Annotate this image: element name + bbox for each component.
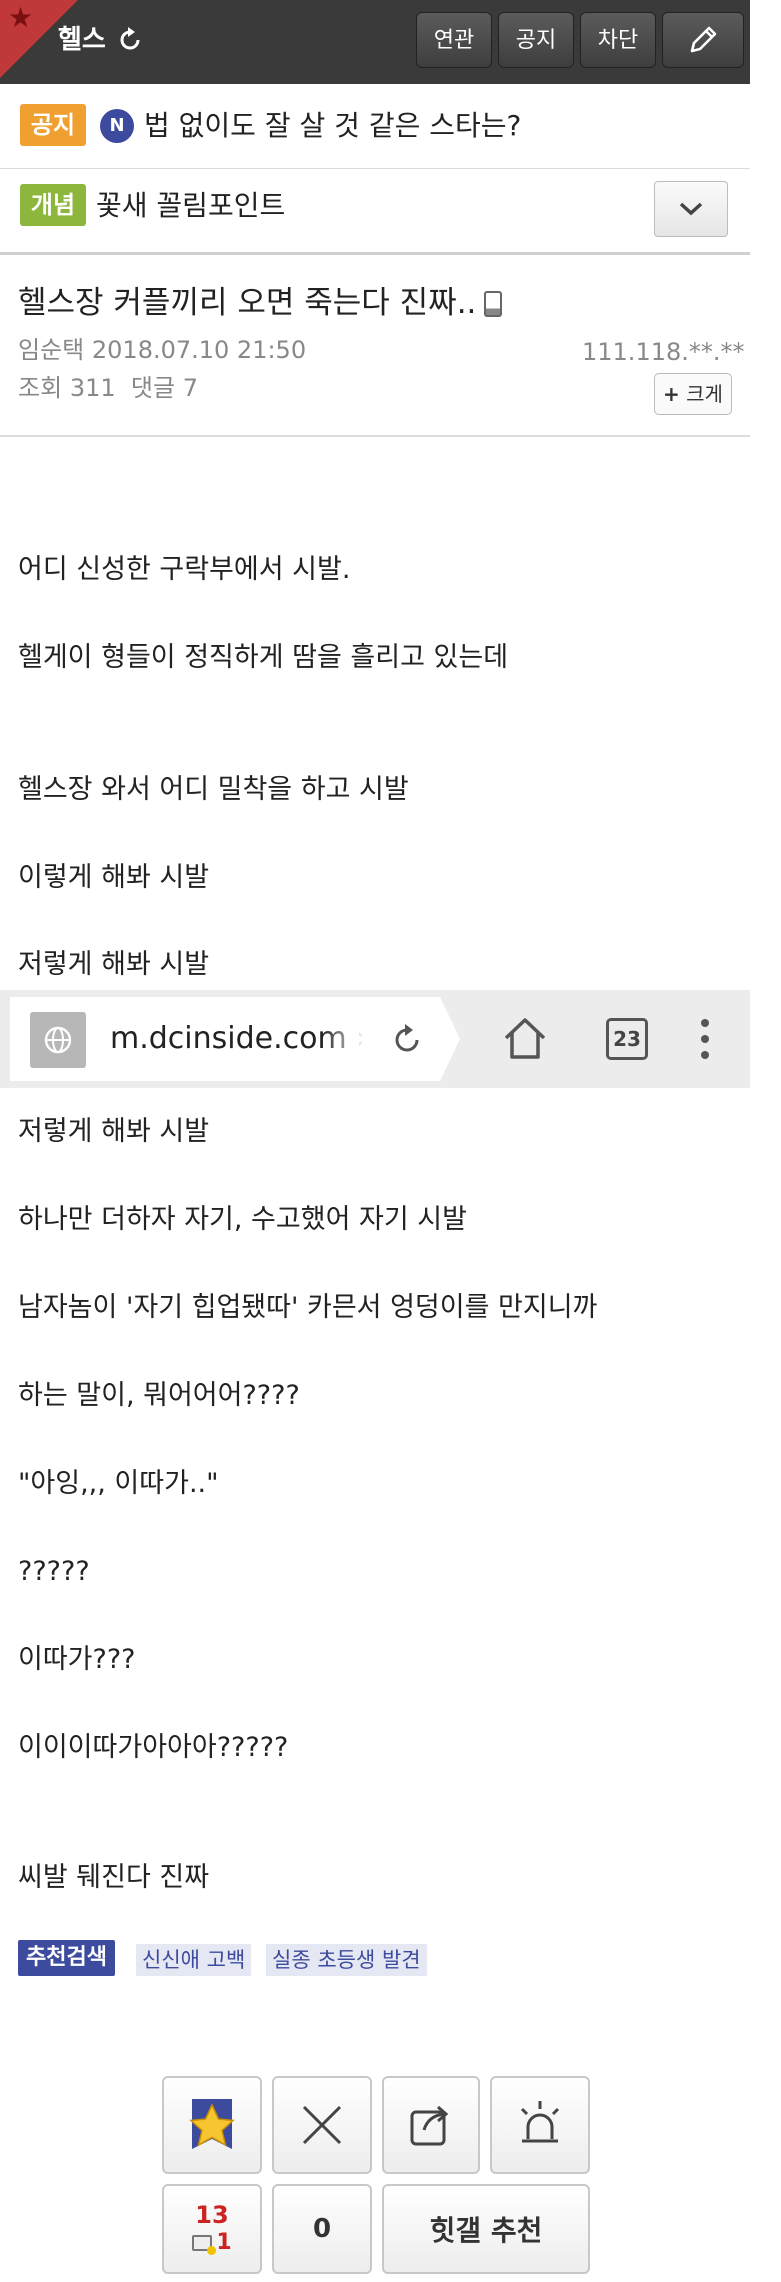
fixed-user-icon <box>192 2235 217 2255</box>
notice-row[interactable]: 공지 N 법 없이도 잘 살 것 같은 스타는? <box>0 84 750 169</box>
refresh-icon[interactable] <box>116 26 144 54</box>
browser-toolbar: m.dcinside.com › 헬스 23 <box>0 990 750 1088</box>
body-line: 하나만 더하자 자기, 수고했어 자기 시발 <box>18 1204 467 1235</box>
body-line: 이따가??? <box>18 1644 136 1675</box>
hit-gallery-label: 힛갤 추천 <box>429 2214 543 2247</box>
downvote-count: 0 <box>312 2214 332 2244</box>
close-icon <box>302 2105 342 2145</box>
block-button[interactable]: 차단 <box>580 12 656 68</box>
expand-dropdown-button[interactable] <box>654 181 728 237</box>
post-author-date: 임순택 2018.07.10 21:50 <box>18 333 306 367</box>
comment-count: 7 <box>182 374 198 402</box>
body-line: 헬스장 와서 어디 밀착을 하고 시발 <box>18 774 409 805</box>
address-bar[interactable]: m.dcinside.com › 헬스 <box>10 997 460 1081</box>
new-marker: N <box>100 109 134 143</box>
body-line: 이이이따가아아아????? <box>18 1732 289 1763</box>
globe-icon <box>30 1012 86 1068</box>
post-datetime: 2018.07.10 21:50 <box>91 336 307 364</box>
concept-row[interactable]: 개념 꽃새 꼴림포인트 <box>0 168 750 255</box>
recommended-search-title: 추천검색 <box>18 1940 115 1976</box>
recommend-button[interactable] <box>162 2076 262 2174</box>
pencil-icon <box>690 26 717 53</box>
body-line: 헬게이 형들이 정직하게 땀을 흘리고 있는데 <box>18 642 509 673</box>
body-line: "아잉,,, 이따가.." <box>18 1468 219 1499</box>
plus-icon: + <box>663 382 680 406</box>
notice-button[interactable]: 공지 <box>498 12 574 68</box>
notice-text[interactable]: 법 없이도 잘 살 것 같은 스타는? <box>144 106 521 146</box>
gallery-title[interactable]: 헬스 <box>58 20 106 60</box>
post-ip: 111.118.**.** <box>582 338 745 366</box>
post-stats: 조회 311 댓글 7 <box>18 374 198 402</box>
hit-gallery-recommend-button[interactable]: 힛갤 추천 <box>382 2184 590 2274</box>
notice-badge: 공지 <box>20 104 86 146</box>
siren-icon <box>520 2101 560 2143</box>
tab-switcher-button[interactable]: 23 <box>606 1018 648 1060</box>
recommend-count-box[interactable]: 13 1 <box>162 2184 262 2274</box>
more-menu-icon[interactable] <box>698 1018 712 1060</box>
related-button[interactable]: 연관 <box>416 12 492 68</box>
star-icon[interactable]: ★ <box>8 4 33 32</box>
search-tag[interactable]: 실종 초등생 발견 <box>266 1944 427 1976</box>
post-title: 헬스장 커플끼리 오면 죽는다 진짜.. <box>18 281 503 325</box>
post-author[interactable]: 임순택 <box>18 336 84 364</box>
view-count: 311 <box>69 374 116 402</box>
report-button[interactable] <box>490 2076 590 2174</box>
post-title-text: 헬스장 커플끼리 오면 죽는다 진짜.. <box>18 285 477 321</box>
home-icon[interactable] <box>502 1016 548 1060</box>
body-line: 남자놈이 '자기 힙업됐따' 카믄서 엉덩이를 만지니까 <box>18 1292 598 1323</box>
body-line: 이렇게 해봐 시발 <box>18 862 210 893</box>
enlarge-text-button[interactable]: + 크게 <box>654 373 732 415</box>
share-button[interactable] <box>382 2076 480 2174</box>
reload-icon[interactable] <box>390 1023 424 1057</box>
star-badge-icon <box>189 2099 235 2149</box>
recommend-count: 13 <box>195 2201 229 2229</box>
write-button[interactable] <box>662 12 744 68</box>
downvote-count-box[interactable]: 0 <box>272 2184 372 2274</box>
fixed-recommend-count: 1 <box>216 2230 232 2255</box>
concept-badge: 개념 <box>20 184 86 226</box>
concept-text[interactable]: 꽃새 꼴림포인트 <box>96 186 285 226</box>
post-header: 헬스장 커플끼리 오면 죽는다 진짜.. 임순택 2018.07.10 21:5… <box>0 255 750 437</box>
share-icon <box>410 2105 449 2146</box>
body-line: 씨발 뒈진다 진짜 <box>18 1862 210 1893</box>
body-line: 하는 말이, 뭐어어어???? <box>18 1380 300 1411</box>
body-line: 저렇게 해봐 시발 <box>18 949 210 980</box>
gallery-header: ★ 헬스 연관 공지 차단 <box>0 0 750 84</box>
body-line: 어디 신성한 구락부에서 시발. <box>18 554 351 585</box>
downvote-button[interactable] <box>272 2076 372 2174</box>
mobile-icon <box>484 291 503 317</box>
body-line: ????? <box>18 1556 90 1587</box>
search-tag[interactable]: 신신애 고백 <box>136 1944 252 1976</box>
chevron-down-icon <box>679 202 703 216</box>
body-line: 저렇게 해봐 시발 <box>18 1116 210 1147</box>
